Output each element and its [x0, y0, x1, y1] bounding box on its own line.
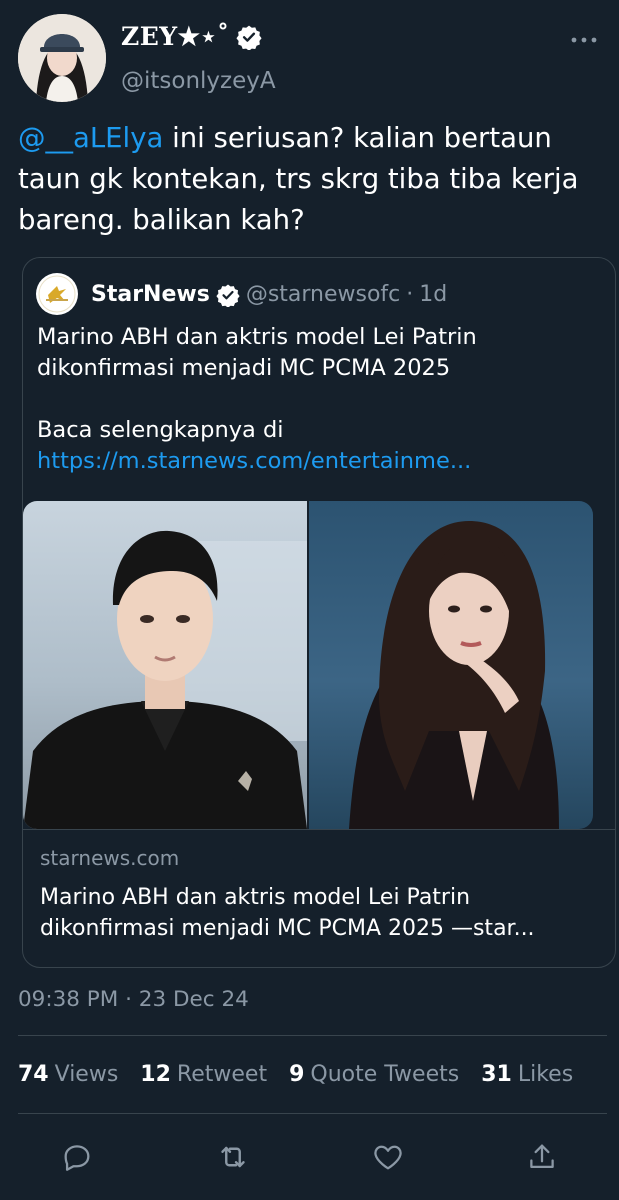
photo-man	[23, 501, 307, 829]
quotes-label: Quote Tweets	[310, 1062, 460, 1087]
avatar[interactable]	[18, 14, 106, 102]
more-options-icon[interactable]	[569, 30, 599, 50]
quotes-stat[interactable]: 9 Quote Tweets	[289, 1062, 459, 1087]
likes-count: 31	[481, 1062, 512, 1087]
retweets-label: Retweet	[176, 1062, 268, 1087]
link-card-info[interactable]: starnews.com Marino ABH dan aktris model…	[23, 829, 615, 967]
quote-time[interactable]: 1d	[419, 282, 447, 307]
name-row: ZEY★⋆˚	[121, 22, 262, 51]
views-count: 74	[18, 1062, 49, 1087]
display-name[interactable]: ZEY★⋆˚	[121, 22, 230, 51]
retweets-stat[interactable]: 12 Retweet	[140, 1062, 267, 1087]
card-domain: starnews.com	[40, 846, 180, 870]
mention-link[interactable]: @__aLElya	[18, 122, 163, 154]
likes-stat[interactable]: 31 Likes	[481, 1062, 573, 1087]
quote-avatar[interactable]	[36, 273, 78, 315]
quote-author-name[interactable]: StarNews	[91, 282, 210, 307]
verified-badge-icon	[216, 284, 240, 307]
divider	[18, 1113, 607, 1114]
quote-body: Marino ABH dan aktris model Lei Patrin d…	[37, 322, 597, 477]
quote-read-more: Baca selengkapnya di	[37, 417, 284, 443]
action-bar	[0, 1137, 619, 1177]
quote-author-handle[interactable]: @starnewsofc	[246, 282, 400, 307]
share-icon[interactable]	[522, 1137, 562, 1177]
quote-header: StarNews @starnewsofc · 1d	[91, 282, 447, 307]
divider	[18, 1035, 607, 1036]
likes-label: Likes	[517, 1062, 574, 1087]
like-icon[interactable]	[368, 1137, 408, 1177]
quote-link[interactable]: https://m.starnews.com/entertainme...	[37, 446, 597, 477]
tweet-timestamp[interactable]: 09:38 PM · 23 Dec 24	[18, 987, 249, 1012]
tweet-stats: 74 Views 12 Retweet 9 Quote Tweets 31 Likes	[18, 1062, 608, 1087]
tweet-header: ZEY★⋆˚ @itsonlyzeyA	[0, 0, 619, 110]
quote-separator: ·	[406, 282, 414, 307]
retweet-icon[interactable]	[213, 1137, 253, 1177]
photo-woman	[309, 501, 593, 829]
author-handle[interactable]: @itsonlyzeyA	[121, 68, 276, 94]
link-card-image[interactable]	[23, 501, 593, 829]
reply-icon[interactable]	[57, 1137, 97, 1177]
quote-text: Marino ABH dan aktris model Lei Patrin d…	[37, 324, 477, 381]
tweet-text: @__aLElya ini seriusan? kalian bertaun t…	[18, 118, 608, 241]
verified-badge-icon	[236, 25, 262, 50]
views-stat[interactable]: 74 Views	[18, 1062, 118, 1087]
views-label: Views	[54, 1062, 119, 1087]
quotes-count: 9	[289, 1062, 305, 1087]
retweets-count: 12	[140, 1062, 171, 1087]
quoted-tweet[interactable]: StarNews @starnewsofc · 1d Marino ABH da…	[22, 257, 616, 968]
card-title: Marino ABH dan aktris model Lei Patrin d…	[40, 885, 535, 941]
